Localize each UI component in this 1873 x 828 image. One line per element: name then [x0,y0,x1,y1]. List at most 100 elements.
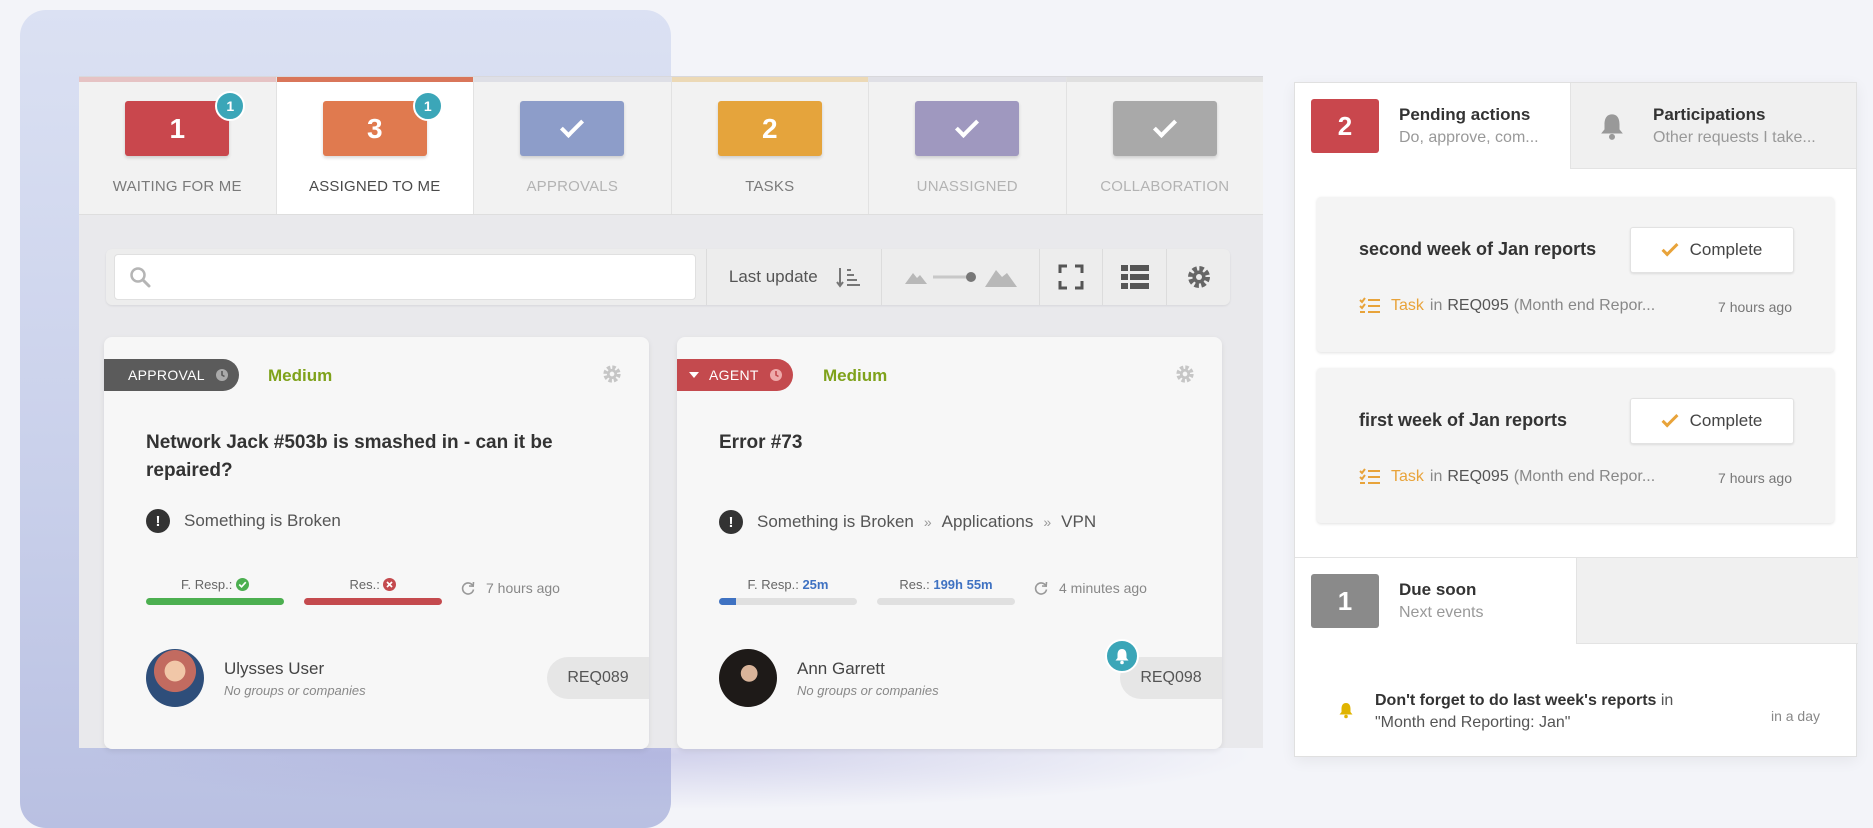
bell-icon [1601,113,1623,140]
category-item: Something is Broken [757,512,914,531]
tab-count-box [1112,101,1217,156]
approval-pill: APPROVAL [104,359,239,391]
tab-waiting-for-me[interactable]: 1 1 WAITING FOR ME [79,77,277,214]
tab-label: ASSIGNED TO ME [309,178,441,195]
breadcrumb-separator: » [923,514,932,530]
empty-tab-slot [1576,558,1858,644]
search-input[interactable] [114,254,696,300]
pending-title: first week of Jan reports [1359,410,1568,430]
task-list-icon [1359,468,1380,484]
check-icon [1661,410,1679,427]
large-mountain-icon [984,270,1017,287]
sla-value: 199h 55m [933,577,993,592]
tab-due-soon[interactable]: 1 Due soon Next events [1295,558,1576,644]
pending-action-item[interactable]: first week of Jan reports Complete Task … [1317,368,1834,523]
due-count: 1 [1311,574,1379,628]
priority-label: Medium [268,366,333,385]
user-name: Ann Garrett [797,658,885,678]
agent-pill: AGENT [677,359,793,391]
tab-participations[interactable]: Participations Other requests I take... [1570,83,1856,169]
request-id-tag[interactable]: REQ089 [547,657,649,699]
clock-icon [215,369,228,381]
sla-label: F. Resp.: [181,577,233,592]
tab-label: TASKS [745,178,795,195]
pending-action-item[interactable]: second week of Jan reports Complete Task… [1317,197,1834,352]
search-icon [130,267,151,288]
due-soon-section: 1 Due soon Next events Don't forget to d… [1295,557,1858,757]
tab-assigned-to-me[interactable]: 3 1 ASSIGNED TO ME [276,77,474,214]
slider-track [932,272,976,282]
tab-label: WAITING FOR ME [112,178,242,195]
card-size-slider[interactable] [881,249,1038,305]
pending-time: 7 hours ago [1718,470,1792,486]
category-item: VPN [1061,512,1097,531]
activity-panel: 2 Pending actions Do, approve, com... Pa… [1294,82,1858,757]
gear-icon[interactable] [601,363,623,385]
last-update: 4 minutes ago [1033,580,1147,596]
ticket-card[interactable]: AGENT Medium Error #73 ! Something is Br… [677,337,1222,749]
refresh-icon [461,581,475,595]
check-circle-icon [235,578,249,591]
request-ref[interactable]: REQ095 [1447,468,1508,486]
sla-bar [719,598,857,605]
ticket-card[interactable]: APPROVAL Medium Network Jack #503b is sm… [104,337,649,749]
fullscreen-button[interactable] [1038,249,1103,305]
tab-label: APPROVALS [526,178,619,195]
complete-button[interactable]: Complete [1630,227,1794,273]
button-label: Complete [1689,240,1763,259]
sort-label: Last update [728,267,818,286]
pending-meta: Task in REQ095 (Month end Repor... [1359,468,1655,486]
check-icon [560,113,585,138]
sla-label: Res.: [349,577,380,592]
category-item: Applications [941,512,1034,531]
tab-collaboration[interactable]: COLLABORATION [1066,77,1263,214]
requester[interactable]: Ulysses User No groups or companies [146,649,366,707]
breadcrumb-separator: » [1043,514,1052,530]
sla-bar-fill [146,598,284,605]
category-item: Something is Broken [184,511,341,530]
user-name: Ulysses User [224,658,325,678]
update-time: 7 hours ago [486,580,560,596]
sla-bar [877,598,1015,605]
avatar [146,649,204,707]
sort-selector[interactable]: Last update [705,249,881,305]
update-time: 4 minutes ago [1059,580,1147,596]
notification-badge: 1 [412,91,443,121]
resolution-sla: Res.: [304,577,442,605]
settings-button[interactable] [1166,249,1230,305]
tab-indicator [869,77,1066,82]
requester[interactable]: Ann Garrett No groups or companies [719,649,939,707]
ticket-title[interactable]: Network Jack #503b is smashed in - can i… [146,429,586,485]
pending-count: 2 [1311,99,1379,153]
tab-indicator [671,77,868,82]
gear-icon[interactable] [1174,363,1196,385]
tab-count: 2 [761,112,778,144]
tickets-panel: 1 1 WAITING FOR ME 3 1 ASSIGNED TO ME AP… [79,76,1263,749]
in-word: in [1429,297,1443,314]
event-text: Don't forget to do last week's reports i… [1375,690,1695,734]
due-event[interactable]: Don't forget to do last week's reports i… [1337,690,1695,734]
user-groups: No groups or companies [797,682,939,698]
tab-pending-actions[interactable]: 2 Pending actions Do, approve, com... [1295,83,1570,169]
list-view-button[interactable] [1102,249,1166,305]
request-detail: (Month end Repor... [1513,297,1656,314]
in-word: in [1429,468,1443,485]
first-response-sla: F. Resp.: [146,577,284,605]
bell-icon [1339,703,1353,719]
tab-approvals[interactable]: APPROVALS [474,77,672,214]
request-ref[interactable]: REQ095 [1447,297,1508,315]
tab-subtitle: Next events [1399,604,1484,621]
notification-bell-badge[interactable] [1105,639,1139,673]
task-list-icon [1359,297,1380,313]
tab-title: Pending actions [1399,105,1531,124]
tab-count: 3 [366,112,383,144]
complete-button[interactable]: Complete [1630,398,1794,444]
fullscreen-icon [1058,264,1084,290]
tab-unassigned[interactable]: UNASSIGNED [869,77,1067,214]
item-kind: Task [1391,297,1424,314]
button-label: Complete [1689,411,1763,430]
pill-label: APPROVAL [128,367,205,383]
category-path: ! Something is Broken [146,509,341,533]
ticket-title[interactable]: Error #73 [719,429,1159,457]
tab-tasks[interactable]: 2 TASKS [671,77,869,214]
